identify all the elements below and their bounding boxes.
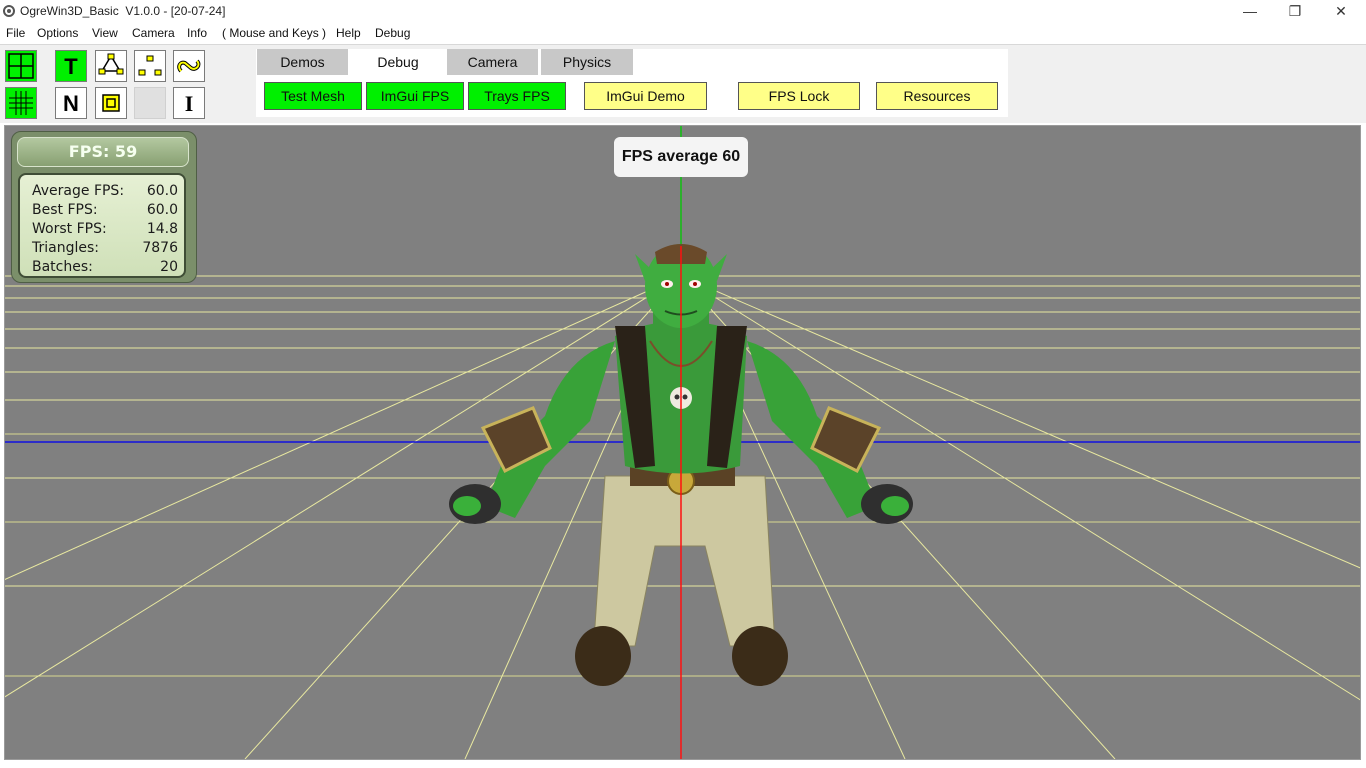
bounding-box-icon[interactable] bbox=[95, 87, 127, 119]
menu-options[interactable]: Options bbox=[37, 26, 78, 40]
stat-value: 7876 bbox=[142, 240, 178, 256]
stat-row-batches: Batches: 20 bbox=[28, 259, 180, 278]
stat-value: 60.0 bbox=[146, 183, 178, 199]
stat-label: Average FPS: bbox=[32, 183, 125, 199]
menu-view[interactable]: View bbox=[92, 26, 118, 40]
imgui-fps-button[interactable]: ImGui FPS bbox=[366, 82, 464, 110]
grid-small-icon[interactable] bbox=[5, 87, 37, 119]
stat-value: 14.8 bbox=[146, 221, 178, 237]
fps-header: FPS: 59 bbox=[17, 137, 189, 167]
3d-viewport[interactable]: FPS: 59 Average FPS: 60.0 Best FPS: 60.0… bbox=[4, 125, 1361, 760]
stat-label: Worst FPS: bbox=[32, 221, 107, 237]
test-mesh-button[interactable]: Test Mesh bbox=[264, 82, 362, 110]
imgui-demo-button[interactable]: ImGui Demo bbox=[584, 82, 707, 110]
tab-camera[interactable]: Camera bbox=[447, 49, 538, 75]
menu-debug[interactable]: Debug bbox=[375, 26, 410, 40]
stat-row-best: Best FPS: 60.0 bbox=[28, 202, 180, 221]
debug-tab-panel: Test Mesh ImGui FPS Trays FPS ImGui Demo… bbox=[256, 75, 1008, 117]
blank-icon[interactable] bbox=[134, 87, 166, 119]
minimize-icon[interactable]: — bbox=[1227, 0, 1273, 22]
normals-icon[interactable]: N bbox=[55, 87, 87, 119]
restore-icon[interactable]: ❐ bbox=[1272, 0, 1318, 22]
stat-label: Batches: bbox=[32, 259, 93, 275]
fps-average-overlay: FPS average 60 bbox=[614, 137, 748, 177]
text-toggle-glyph: T bbox=[64, 54, 78, 79]
tab-strip: Demos Debug Camera Physics Test Mesh ImG… bbox=[256, 49, 1008, 117]
stat-row-worst: Worst FPS: 14.8 bbox=[28, 221, 180, 240]
menu-file[interactable]: File bbox=[6, 26, 25, 40]
menu-bar: File Options View Camera Info ( Mouse an… bbox=[0, 23, 1366, 43]
tab-physics[interactable]: Physics bbox=[541, 49, 633, 75]
link-icon[interactable] bbox=[173, 50, 205, 82]
info-icon[interactable]: I bbox=[173, 87, 205, 119]
tab-debug[interactable]: Debug bbox=[351, 49, 445, 75]
stats-panel: FPS: 59 Average FPS: 60.0 Best FPS: 60.0… bbox=[11, 131, 197, 283]
title-bar: OgreWin3D_Basic V1.0.0 - [20-07-24] — ❐ … bbox=[0, 0, 1366, 23]
stat-label: Best FPS: bbox=[32, 202, 98, 218]
normals-glyph: N bbox=[63, 91, 79, 116]
stat-row-triangles: Triangles: 7876 bbox=[28, 240, 180, 259]
window-title: OgreWin3D_Basic V1.0.0 - [20-07-24] bbox=[20, 4, 226, 18]
points-icon[interactable] bbox=[134, 50, 166, 82]
menu-help[interactable]: Help bbox=[336, 26, 361, 40]
text-toggle-icon[interactable]: T bbox=[55, 50, 87, 82]
stat-row-average: Average FPS: 60.0 bbox=[28, 183, 180, 202]
scene-render bbox=[5, 126, 1360, 759]
fps-lock-button[interactable]: FPS Lock bbox=[738, 82, 860, 110]
tab-demos[interactable]: Demos bbox=[257, 49, 348, 75]
stat-label: Triangles: bbox=[32, 240, 99, 256]
grid-large-icon[interactable] bbox=[5, 50, 37, 82]
menu-info[interactable]: Info bbox=[187, 26, 207, 40]
stats-body: Average FPS: 60.0 Best FPS: 60.0 Worst F… bbox=[18, 173, 186, 278]
info-glyph: I bbox=[185, 91, 194, 116]
bones-icon[interactable] bbox=[95, 50, 127, 82]
stat-value: 20 bbox=[160, 259, 178, 275]
menu-mouse-and-keys[interactable]: ( Mouse and Keys ) bbox=[222, 26, 326, 40]
close-icon[interactable]: ✕ bbox=[1318, 0, 1364, 22]
trays-fps-button[interactable]: Trays FPS bbox=[468, 82, 566, 110]
app-icon bbox=[2, 4, 16, 18]
stat-value: 60.0 bbox=[146, 202, 178, 218]
menu-camera[interactable]: Camera bbox=[132, 26, 175, 40]
resources-button[interactable]: Resources bbox=[876, 82, 998, 110]
